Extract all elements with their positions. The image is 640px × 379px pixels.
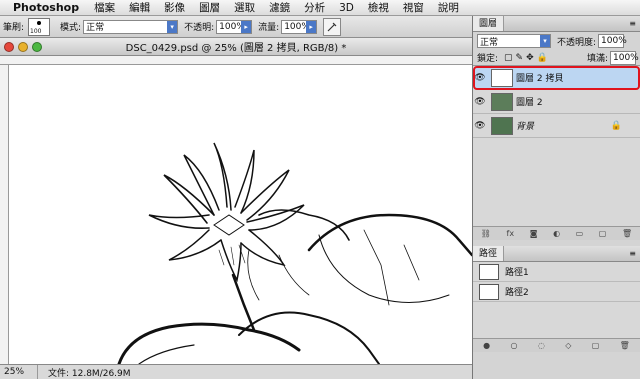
layer-opacity-input[interactable]: 100%	[598, 34, 627, 48]
stroke-path-icon[interactable]: ○	[511, 341, 518, 350]
eye-icon[interactable]: 👁	[473, 97, 487, 107]
lotus-sketch-image	[117, 142, 472, 364]
fill-label: 填滿:	[586, 54, 608, 64]
ruler-horizontal[interactable]	[0, 56, 472, 65]
document-title: DSC_0429.psd @ 25% (圖層 2 拷貝, RGB/8) *	[125, 43, 347, 54]
layer-opacity-label: 不透明度:	[557, 37, 597, 48]
opacity-label: 不透明:	[184, 23, 215, 33]
chevron-right-icon: ▸	[241, 20, 252, 33]
layer-name[interactable]: 圖層 2 拷貝	[516, 71, 563, 84]
path-thumbnail	[479, 283, 499, 300]
link-icon[interactable]: ⛓	[481, 229, 491, 238]
layers-list: 👁 圖層 2 拷貝 👁 圖層 2 👁 背景 🔒	[473, 66, 640, 226]
menu-image[interactable]: 影像	[157, 0, 192, 15]
eye-icon[interactable]: 👁	[473, 121, 487, 131]
ruler-vertical[interactable]	[0, 65, 9, 364]
mode-label: 模式:	[60, 23, 82, 33]
menu-bar: Photoshop 檔案 編輯 影像 圖層 選取 濾鏡 分析 3D 檢視 視窗 …	[0, 0, 640, 16]
panel-menu-icon[interactable]: ≡	[629, 249, 636, 258]
status-bar: 25% 文件: 12.8M/26.9M	[0, 364, 472, 379]
path-name[interactable]: 路徑2	[505, 285, 529, 298]
mode-select[interactable]: 正常 ▾	[83, 19, 179, 34]
airbrush-button[interactable]	[323, 17, 342, 36]
flow-label: 流量:	[258, 23, 280, 33]
menu-layer[interactable]: 圖層	[192, 0, 227, 15]
make-path-icon[interactable]: ◇	[565, 341, 571, 350]
chevron-down-icon: ▾	[167, 20, 178, 33]
paths-panel-tabbar: 路徑 ≡	[473, 246, 640, 262]
file-info[interactable]: 文件: 12.8M/26.9M	[38, 366, 131, 379]
menu-help[interactable]: 說明	[431, 0, 466, 15]
path-thumbnail	[479, 263, 499, 280]
layer-thumbnail	[491, 92, 513, 111]
mask-icon[interactable]: ◙	[530, 229, 538, 238]
menu-filter[interactable]: 濾鏡	[262, 0, 297, 15]
trash-icon[interactable]: 🗑	[622, 229, 632, 238]
layer-name[interactable]: 背景	[516, 119, 534, 132]
app-menu[interactable]: Photoshop	[13, 1, 87, 14]
lock-label: 鎖定:	[477, 54, 499, 64]
trash-icon[interactable]: 🗑	[620, 341, 630, 350]
menu-analysis[interactable]: 分析	[297, 0, 332, 15]
layer-row[interactable]: 👁 背景 🔒	[473, 114, 640, 138]
eye-icon[interactable]: 👁	[473, 73, 487, 83]
layer-opacity-value: 100%	[601, 36, 627, 46]
layers-button-bar: ⛓ fx ◙ ◐ ▭ ▢ 🗑	[473, 226, 640, 240]
brush-picker[interactable]: 100	[28, 17, 51, 36]
fill-input[interactable]: 100%	[610, 50, 639, 65]
path-name[interactable]: 路徑1	[505, 265, 529, 278]
chevron-right-icon: ▸	[306, 20, 317, 33]
tab-paths[interactable]: 路徑	[473, 246, 505, 261]
layer-row[interactable]: 👁 圖層 2	[473, 90, 640, 114]
chevron-down-icon: ▾	[540, 35, 550, 47]
opacity-input[interactable]: 100% ▸	[216, 19, 253, 34]
layers-panel-tabbar: 圖層 ≡	[473, 16, 640, 32]
menu-file[interactable]: 檔案	[87, 0, 122, 15]
new-layer-icon[interactable]: ▢	[599, 229, 607, 238]
blend-mode-select[interactable]: 正常 ▾	[477, 34, 551, 48]
menu-window[interactable]: 視窗	[396, 0, 431, 15]
flow-input[interactable]: 100% ▸	[281, 19, 318, 34]
brush-tip-icon	[37, 20, 42, 25]
menu-select[interactable]: 選取	[227, 0, 262, 15]
new-path-icon[interactable]: ▢	[592, 341, 600, 350]
fill-path-icon[interactable]: ●	[483, 341, 490, 350]
lock-icon: 🔒	[610, 120, 622, 131]
load-selection-icon[interactable]: ◌	[538, 341, 545, 350]
paths-list: 路徑1 路徑2	[473, 262, 640, 338]
adjustment-icon[interactable]: ◐	[553, 229, 560, 238]
tab-layers[interactable]: 圖層	[473, 16, 505, 31]
paths-button-bar: ● ○ ◌ ◇ ▢ 🗑	[473, 338, 640, 352]
layers-blend-row: 正常 ▾ 不透明度: 100%	[473, 32, 640, 50]
path-row[interactable]: 路徑1	[473, 262, 640, 282]
layer-name[interactable]: 圖層 2	[516, 95, 543, 108]
fx-icon[interactable]: fx	[507, 229, 515, 238]
panel-menu-icon[interactable]: ≡	[629, 19, 636, 28]
lock-icons[interactable]: ▢✎✥🔒	[504, 53, 551, 63]
mode-value: 正常	[86, 23, 105, 33]
path-row[interactable]: 路徑2	[473, 282, 640, 302]
zoom-level[interactable]: 25%	[0, 365, 38, 379]
layer-thumbnail	[491, 116, 513, 135]
menu-view[interactable]: 檢視	[361, 0, 396, 15]
blend-mode-value: 正常	[480, 37, 499, 48]
layer-row[interactable]: 👁 圖層 2 拷貝	[473, 66, 640, 90]
menu-3d[interactable]: 3D	[332, 2, 361, 14]
brush-size: 100	[30, 27, 42, 35]
airbrush-icon	[327, 22, 337, 31]
document-window: DSC_0429.psd @ 25% (圖層 2 拷貝, RGB/8) * 25…	[0, 38, 472, 379]
image-canvas[interactable]	[9, 65, 472, 364]
menu-edit[interactable]: 編輯	[122, 0, 157, 15]
layer-thumbnail	[491, 68, 513, 87]
fill-value: 100%	[613, 52, 639, 63]
right-panel: 圖層 ≡ 正常 ▾ 不透明度: 100% 鎖定: ▢✎✥🔒 填滿: 100% 👁 …	[472, 16, 640, 379]
brush-label: 筆刷:	[3, 23, 25, 33]
document-titlebar[interactable]: DSC_0429.psd @ 25% (圖層 2 拷貝, RGB/8) *	[0, 38, 472, 56]
folder-icon[interactable]: ▭	[576, 229, 584, 238]
layers-lock-row: 鎖定: ▢✎✥🔒 填滿: 100%	[473, 50, 640, 66]
